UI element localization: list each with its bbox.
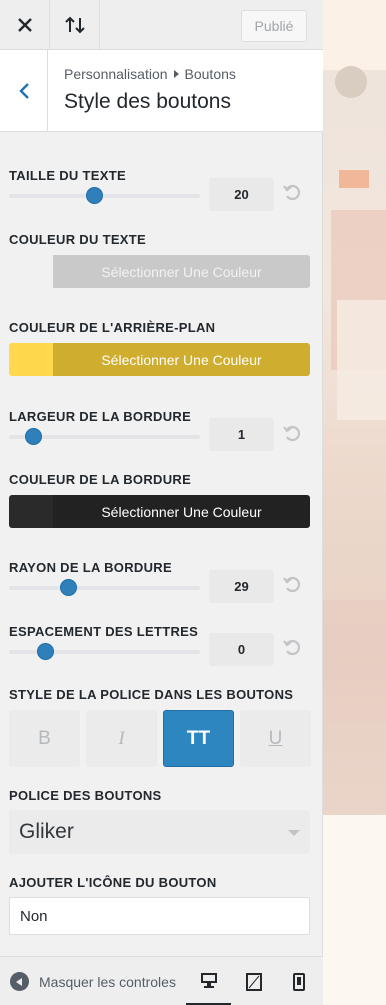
- reset-button[interactable]: [282, 182, 302, 202]
- border-radius-input[interactable]: 29: [209, 570, 274, 603]
- border-color-label: COULEUR DE LA BORDURE: [9, 472, 192, 487]
- customizer-footer: Masquer les controles: [0, 956, 323, 1005]
- text-size-input[interactable]: 20: [209, 178, 274, 211]
- desktop-preview-button[interactable]: [186, 957, 231, 1005]
- border-width-slider[interactable]: [9, 428, 200, 445]
- slider-handle[interactable]: [86, 187, 104, 204]
- color-button-label: Sélectionner Une Couleur: [53, 495, 310, 528]
- field-value: Non: [20, 907, 48, 925]
- color-swatch: [9, 343, 53, 376]
- reset-icon: [283, 425, 301, 442]
- mobile-preview-button[interactable]: [276, 957, 321, 1005]
- breadcrumb: Personnalisation Boutons: [64, 66, 236, 82]
- caret-right-icon: [173, 70, 179, 78]
- slider-handle[interactable]: [36, 643, 54, 660]
- slider-handle[interactable]: [25, 428, 43, 445]
- text-color-label: COULEUR DU TEXTE: [9, 232, 146, 247]
- chevron-down-icon: [288, 830, 300, 836]
- text-color-button[interactable]: Sélectionner Une Couleur: [9, 255, 310, 288]
- reset-icon: [283, 576, 301, 593]
- chevron-left-icon: [18, 82, 29, 99]
- button-font-select[interactable]: Gliker: [9, 810, 310, 854]
- close-icon: [17, 18, 32, 32]
- mobile-icon: [292, 972, 305, 991]
- color-button-label: Sélectionner Une Couleur: [53, 343, 310, 376]
- section-header: Personnalisation Boutons Style des bouto…: [0, 50, 323, 132]
- reorder-button[interactable]: [50, 0, 100, 50]
- font-style-label: STYLE DE LA POLICE DANS LES BOUTONS: [9, 687, 294, 702]
- sort-arrows-icon: [64, 16, 85, 34]
- collapse-arrow-icon: [10, 972, 29, 991]
- site-preview: [323, 0, 386, 1005]
- select-value: Gliker: [19, 820, 74, 843]
- text-size-slider[interactable]: [9, 187, 200, 204]
- reset-button[interactable]: [282, 423, 302, 443]
- bold-button[interactable]: B: [9, 710, 80, 767]
- border-width-label: LARGEUR DE LA BORDURE: [9, 409, 192, 424]
- back-button[interactable]: [0, 50, 48, 131]
- button-font-label: POLICE DES BOUTONS: [9, 788, 162, 803]
- letter-spacing-label: ESPACEMENT DES LETTRES: [9, 624, 199, 639]
- reset-button[interactable]: [282, 637, 302, 657]
- background-color-label: COULEUR DE L'ARRIÈRE-PLAN: [9, 320, 216, 335]
- desktop-icon: [200, 973, 217, 988]
- bold-label: B: [38, 727, 51, 749]
- letter-spacing-slider[interactable]: [9, 643, 200, 660]
- underline-label: U: [268, 727, 283, 749]
- button-icon-label: AJOUTER L'ICÔNE DU BOUTON: [9, 875, 217, 890]
- tablet-preview-button[interactable]: [231, 957, 276, 1005]
- uppercase-button[interactable]: TT: [163, 710, 234, 767]
- border-radius-label: RAYON DE LA BORDURE: [9, 560, 172, 575]
- color-button-label: Sélectionner Une Couleur: [53, 255, 310, 288]
- border-width-input[interactable]: 1: [209, 418, 274, 451]
- preview-logo: [335, 66, 367, 98]
- reset-button[interactable]: [282, 574, 302, 594]
- color-swatch: [9, 255, 53, 288]
- italic-button[interactable]: I: [86, 710, 157, 767]
- border-color-button[interactable]: Sélectionner Une Couleur: [9, 495, 310, 528]
- breadcrumb-parent: Personnalisation: [64, 66, 168, 82]
- publish-button[interactable]: Publié: [241, 10, 307, 42]
- letter-spacing-input[interactable]: 0: [209, 633, 274, 666]
- breadcrumb-current: Boutons: [184, 66, 236, 82]
- reset-icon: [283, 639, 301, 656]
- uppercase-label: TT: [186, 727, 211, 749]
- text-size-label: TAILLE DU TEXTE: [9, 168, 126, 183]
- reset-icon: [283, 184, 301, 201]
- slider-handle[interactable]: [59, 579, 77, 596]
- color-swatch: [9, 495, 53, 528]
- collapse-sidebar-button[interactable]: Masquer les controles: [0, 957, 185, 1005]
- tablet-icon: [245, 972, 262, 991]
- button-icon-field[interactable]: Non: [9, 897, 310, 935]
- border-radius-slider[interactable]: [9, 579, 200, 596]
- close-button[interactable]: [0, 0, 50, 50]
- background-color-button[interactable]: Sélectionner Une Couleur: [9, 343, 310, 376]
- collapse-label: Masquer les controles: [39, 973, 176, 990]
- italic-label: I: [118, 727, 125, 749]
- customizer-sidebar: Publié Personnalisation Boutons Style de…: [0, 0, 323, 1005]
- customizer-header: Publié: [0, 0, 323, 50]
- underline-button[interactable]: U: [240, 710, 311, 767]
- page-title: Style des boutons: [64, 90, 231, 113]
